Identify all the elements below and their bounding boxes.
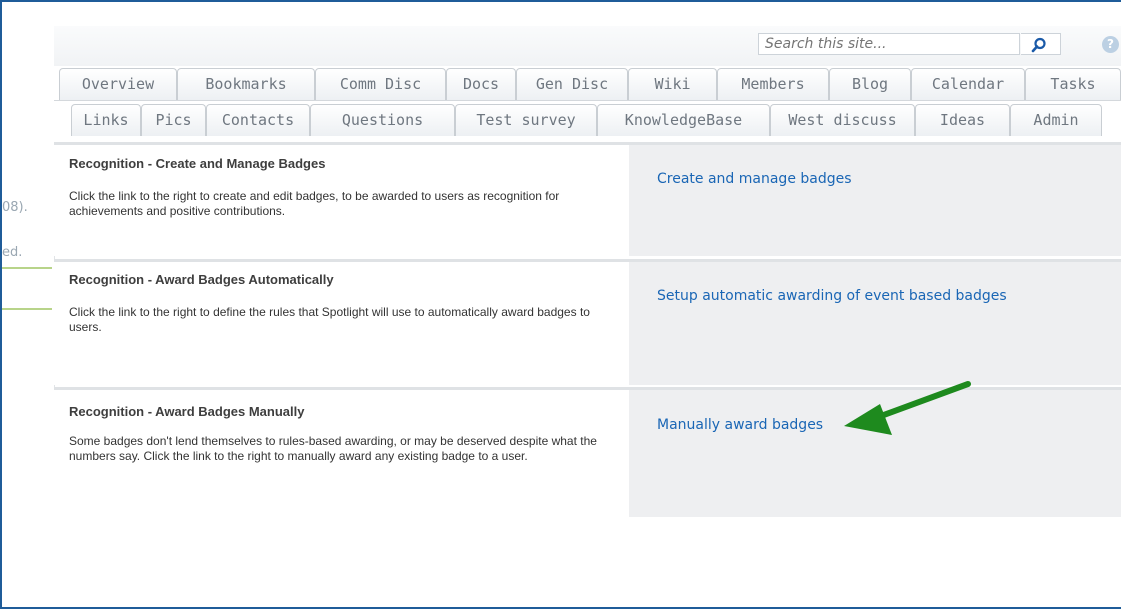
- tab-questions[interactable]: Questions: [310, 104, 455, 136]
- section-right-panel: [629, 262, 1121, 385]
- setup-automatic-awarding-link[interactable]: Setup automatic awarding of event based …: [657, 288, 1007, 304]
- section-title-award-manually: Recognition - Award Badges Manually: [69, 404, 305, 419]
- page-frame: 08). ed. ? Overview Bookmarks Comm Disc …: [0, 0, 1121, 609]
- tab-knowledgebase[interactable]: KnowledgeBase: [597, 104, 770, 136]
- tab-blog[interactable]: Blog: [829, 68, 911, 100]
- tab-members[interactable]: Members: [717, 68, 829, 100]
- tab-row-divider: [54, 100, 1121, 101]
- left-remnant-text-1: 08).: [2, 200, 28, 215]
- arrow-annotation-icon: [844, 381, 971, 435]
- left-remnant-text-2: ed.: [2, 245, 23, 260]
- tab-comm-disc[interactable]: Comm Disc: [315, 68, 446, 100]
- tab-tasks[interactable]: Tasks: [1025, 68, 1121, 100]
- tab-calendar[interactable]: Calendar: [911, 68, 1025, 100]
- tab-bookmarks[interactable]: Bookmarks: [177, 68, 315, 100]
- help-icon[interactable]: ?: [1102, 36, 1119, 53]
- tab-admin[interactable]: Admin: [1010, 104, 1102, 136]
- search-button[interactable]: [1021, 33, 1061, 55]
- left-divider-2: [2, 308, 52, 310]
- search-input[interactable]: [758, 33, 1020, 55]
- tab-wiki[interactable]: Wiki: [628, 68, 717, 100]
- search-icon: [1031, 37, 1046, 53]
- left-divider-1: [2, 267, 52, 269]
- section-desc-award-automatically: Click the link to the right to define th…: [69, 305, 590, 334]
- section-title-create-manage: Recognition - Create and Manage Badges: [69, 156, 326, 171]
- tab-west-discuss[interactable]: West discuss: [770, 104, 915, 136]
- tab-pics[interactable]: Pics: [141, 104, 206, 136]
- tab-gen-disc[interactable]: Gen Disc: [516, 68, 628, 100]
- tab-overview[interactable]: Overview: [59, 68, 177, 100]
- manually-award-badges-link[interactable]: Manually award badges: [657, 417, 823, 433]
- tab-test-survey[interactable]: Test survey: [455, 104, 597, 136]
- section-right-panel: [629, 145, 1121, 256]
- tab-ideas[interactable]: Ideas: [915, 104, 1010, 136]
- tab-links[interactable]: Links: [71, 104, 141, 136]
- tab-docs[interactable]: Docs: [446, 68, 516, 100]
- create-manage-badges-link[interactable]: Create and manage badges: [657, 171, 852, 187]
- left-sidebar-remnant: [2, 147, 55, 397]
- section-title-award-automatically: Recognition - Award Badges Automatically: [69, 272, 334, 287]
- section-desc-create-manage: Click the link to the right to create an…: [69, 189, 560, 218]
- section-desc-award-manually: Some badges don't lend themselves to rul…: [69, 434, 597, 463]
- tab-contacts[interactable]: Contacts: [206, 104, 310, 136]
